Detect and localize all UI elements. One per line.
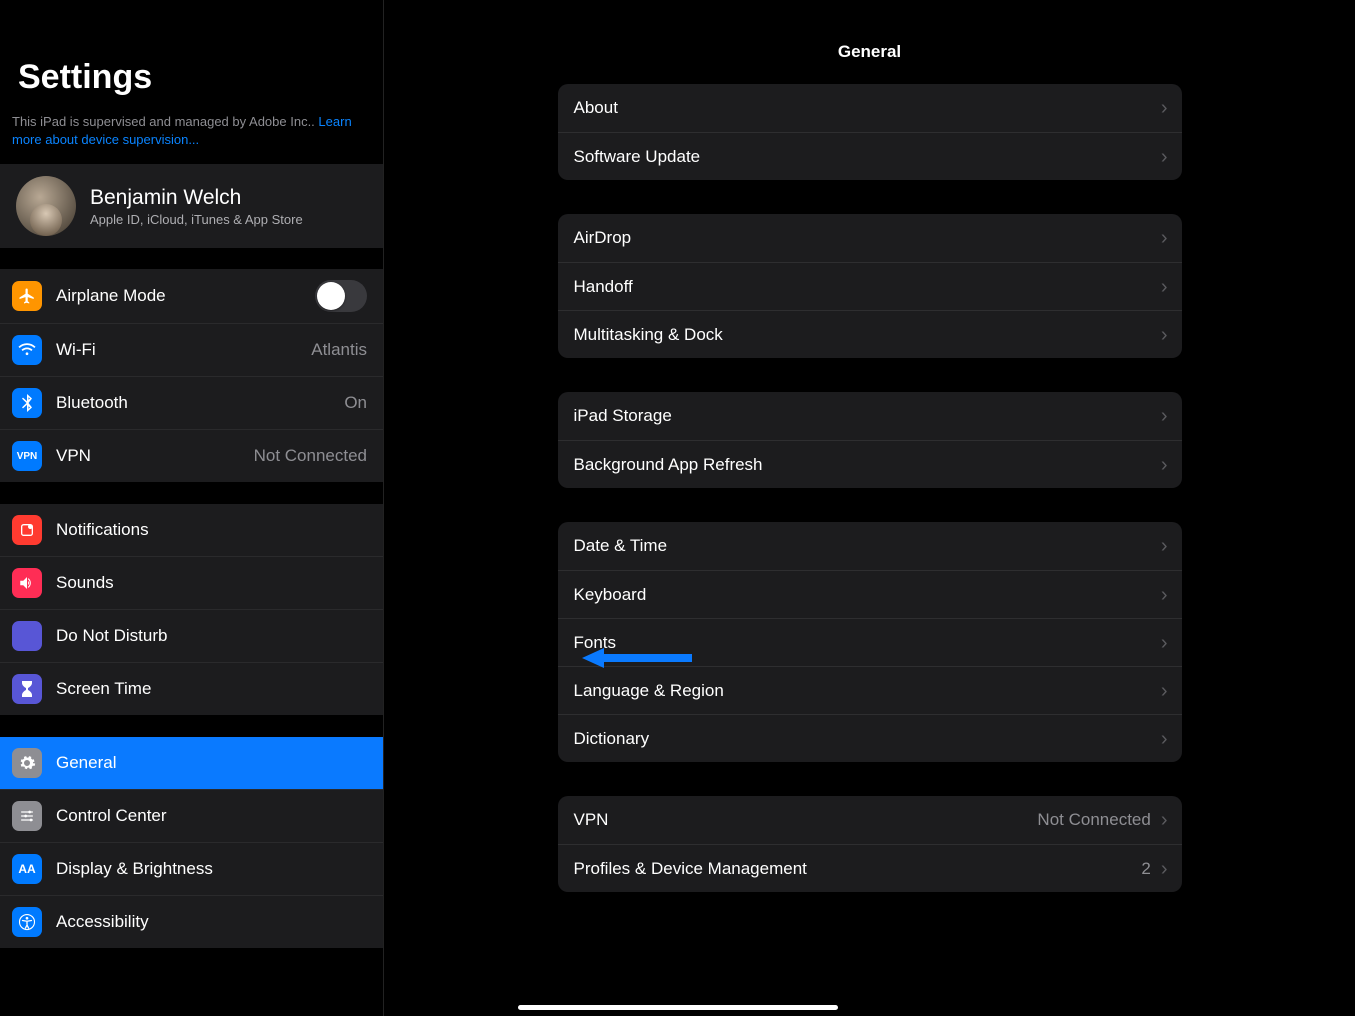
sidebar-item-controlcenter[interactable]: Control Center: [0, 789, 383, 842]
supervision-notice: This iPad is supervised and managed by A…: [0, 107, 383, 164]
home-indicator[interactable]: [518, 1005, 838, 1010]
chevron-right-icon: ›: [1161, 98, 1168, 118]
supervision-text: This iPad is supervised and managed by A…: [12, 114, 318, 129]
general-software-update[interactable]: Software Update ›: [558, 132, 1182, 180]
general-dictionary[interactable]: Dictionary ›: [558, 714, 1182, 762]
airplane-icon: [12, 281, 42, 311]
chevron-right-icon: ›: [1161, 681, 1168, 701]
sidebar-item-sounds[interactable]: Sounds: [0, 556, 383, 609]
moon-icon: [12, 621, 42, 651]
sidebar-item-label: Display & Brightness: [56, 859, 367, 879]
sidebar-item-label: Screen Time: [56, 679, 367, 699]
bluetooth-icon: [12, 388, 42, 418]
page-title: General: [384, 28, 1355, 84]
vpn-icon: VPN: [12, 441, 42, 471]
main-panel: General About › Software Update › AirDro…: [384, 0, 1355, 1016]
hourglass-icon: [12, 674, 42, 704]
sidebar-item-vpn[interactable]: VPN VPN Not Connected: [0, 429, 383, 482]
general-about[interactable]: About ›: [558, 84, 1182, 132]
chevron-right-icon: ›: [1161, 536, 1168, 556]
general-airdrop[interactable]: AirDrop ›: [558, 214, 1182, 262]
row-value: 2: [1141, 859, 1150, 879]
chevron-right-icon: ›: [1161, 585, 1168, 605]
sidebar-item-notifications[interactable]: Notifications: [0, 504, 383, 556]
row-label: About: [574, 98, 1151, 118]
chevron-right-icon: ›: [1161, 325, 1168, 345]
sidebar-item-accessibility[interactable]: Accessibility: [0, 895, 383, 948]
profile-row[interactable]: Benjamin Welch Apple ID, iCloud, iTunes …: [0, 164, 383, 248]
chevron-right-icon: ›: [1161, 406, 1168, 426]
sidebar-item-display[interactable]: AA Display & Brightness: [0, 842, 383, 895]
row-label: VPN: [574, 810, 1028, 830]
airplane-toggle[interactable]: [315, 280, 367, 312]
sidebar-item-label: General: [56, 753, 367, 773]
sidebar-item-label: Wi-Fi: [56, 340, 297, 360]
accessibility-icon: [12, 907, 42, 937]
profile-subtitle: Apple ID, iCloud, iTunes & App Store: [90, 212, 303, 227]
sidebar-item-wifi[interactable]: Wi-Fi Atlantis: [0, 323, 383, 376]
profile-name: Benjamin Welch: [90, 186, 303, 210]
sidebar: Settings This iPad is supervised and man…: [0, 0, 384, 1016]
chevron-right-icon: ›: [1161, 633, 1168, 653]
general-profiles[interactable]: Profiles & Device Management 2 ›: [558, 844, 1182, 892]
sliders-icon: [12, 801, 42, 831]
sidebar-item-label: Control Center: [56, 806, 367, 826]
sidebar-item-label: Bluetooth: [56, 393, 330, 413]
sidebar-item-general[interactable]: General: [0, 737, 383, 789]
annotation-arrow: [582, 648, 692, 668]
general-ipad-storage[interactable]: iPad Storage ›: [558, 392, 1182, 440]
sidebar-item-label: Airplane Mode: [56, 286, 301, 306]
row-label: Language & Region: [574, 681, 1151, 701]
sidebar-item-screentime[interactable]: Screen Time: [0, 662, 383, 715]
row-label: Background App Refresh: [574, 455, 1151, 475]
chevron-right-icon: ›: [1161, 810, 1168, 830]
sounds-icon: [12, 568, 42, 598]
sidebar-item-label: Accessibility: [56, 912, 367, 932]
gear-icon: [12, 748, 42, 778]
sidebar-item-label: Sounds: [56, 573, 367, 593]
row-label: Keyboard: [574, 585, 1151, 605]
general-multitasking[interactable]: Multitasking & Dock ›: [558, 310, 1182, 358]
chevron-right-icon: ›: [1161, 147, 1168, 167]
general-handoff[interactable]: Handoff ›: [558, 262, 1182, 310]
row-label: Date & Time: [574, 536, 1151, 556]
row-label: Multitasking & Dock: [574, 325, 1151, 345]
sidebar-item-airplane[interactable]: Airplane Mode: [0, 269, 383, 323]
chevron-right-icon: ›: [1161, 859, 1168, 879]
general-vpn[interactable]: VPN Not Connected ›: [558, 796, 1182, 844]
text-size-icon: AA: [12, 854, 42, 884]
sidebar-item-value: Atlantis: [311, 340, 367, 360]
chevron-right-icon: ›: [1161, 228, 1168, 248]
notifications-icon: [12, 515, 42, 545]
wifi-settings-icon: [12, 335, 42, 365]
sidebar-item-label: VPN: [56, 446, 240, 466]
row-label: Software Update: [574, 147, 1151, 167]
sidebar-item-value: On: [344, 393, 367, 413]
row-value: Not Connected: [1037, 810, 1150, 830]
sidebar-item-label: Notifications: [56, 520, 367, 540]
row-label: Handoff: [574, 277, 1151, 297]
row-label: AirDrop: [574, 228, 1151, 248]
general-language[interactable]: Language & Region ›: [558, 666, 1182, 714]
sidebar-item-value: Not Connected: [254, 446, 367, 466]
general-bg-refresh[interactable]: Background App Refresh ›: [558, 440, 1182, 488]
chevron-right-icon: ›: [1161, 729, 1168, 749]
general-keyboard[interactable]: Keyboard ›: [558, 570, 1182, 618]
chevron-right-icon: ›: [1161, 455, 1168, 475]
row-label: Dictionary: [574, 729, 1151, 749]
chevron-right-icon: ›: [1161, 277, 1168, 297]
row-label: Profiles & Device Management: [574, 859, 1132, 879]
sidebar-item-label: Do Not Disturb: [56, 626, 367, 646]
row-label: iPad Storage: [574, 406, 1151, 426]
general-date-time[interactable]: Date & Time ›: [558, 522, 1182, 570]
settings-title: Settings: [0, 28, 383, 107]
sidebar-item-bluetooth[interactable]: Bluetooth On: [0, 376, 383, 429]
sidebar-item-dnd[interactable]: Do Not Disturb: [0, 609, 383, 662]
avatar: [16, 176, 76, 236]
